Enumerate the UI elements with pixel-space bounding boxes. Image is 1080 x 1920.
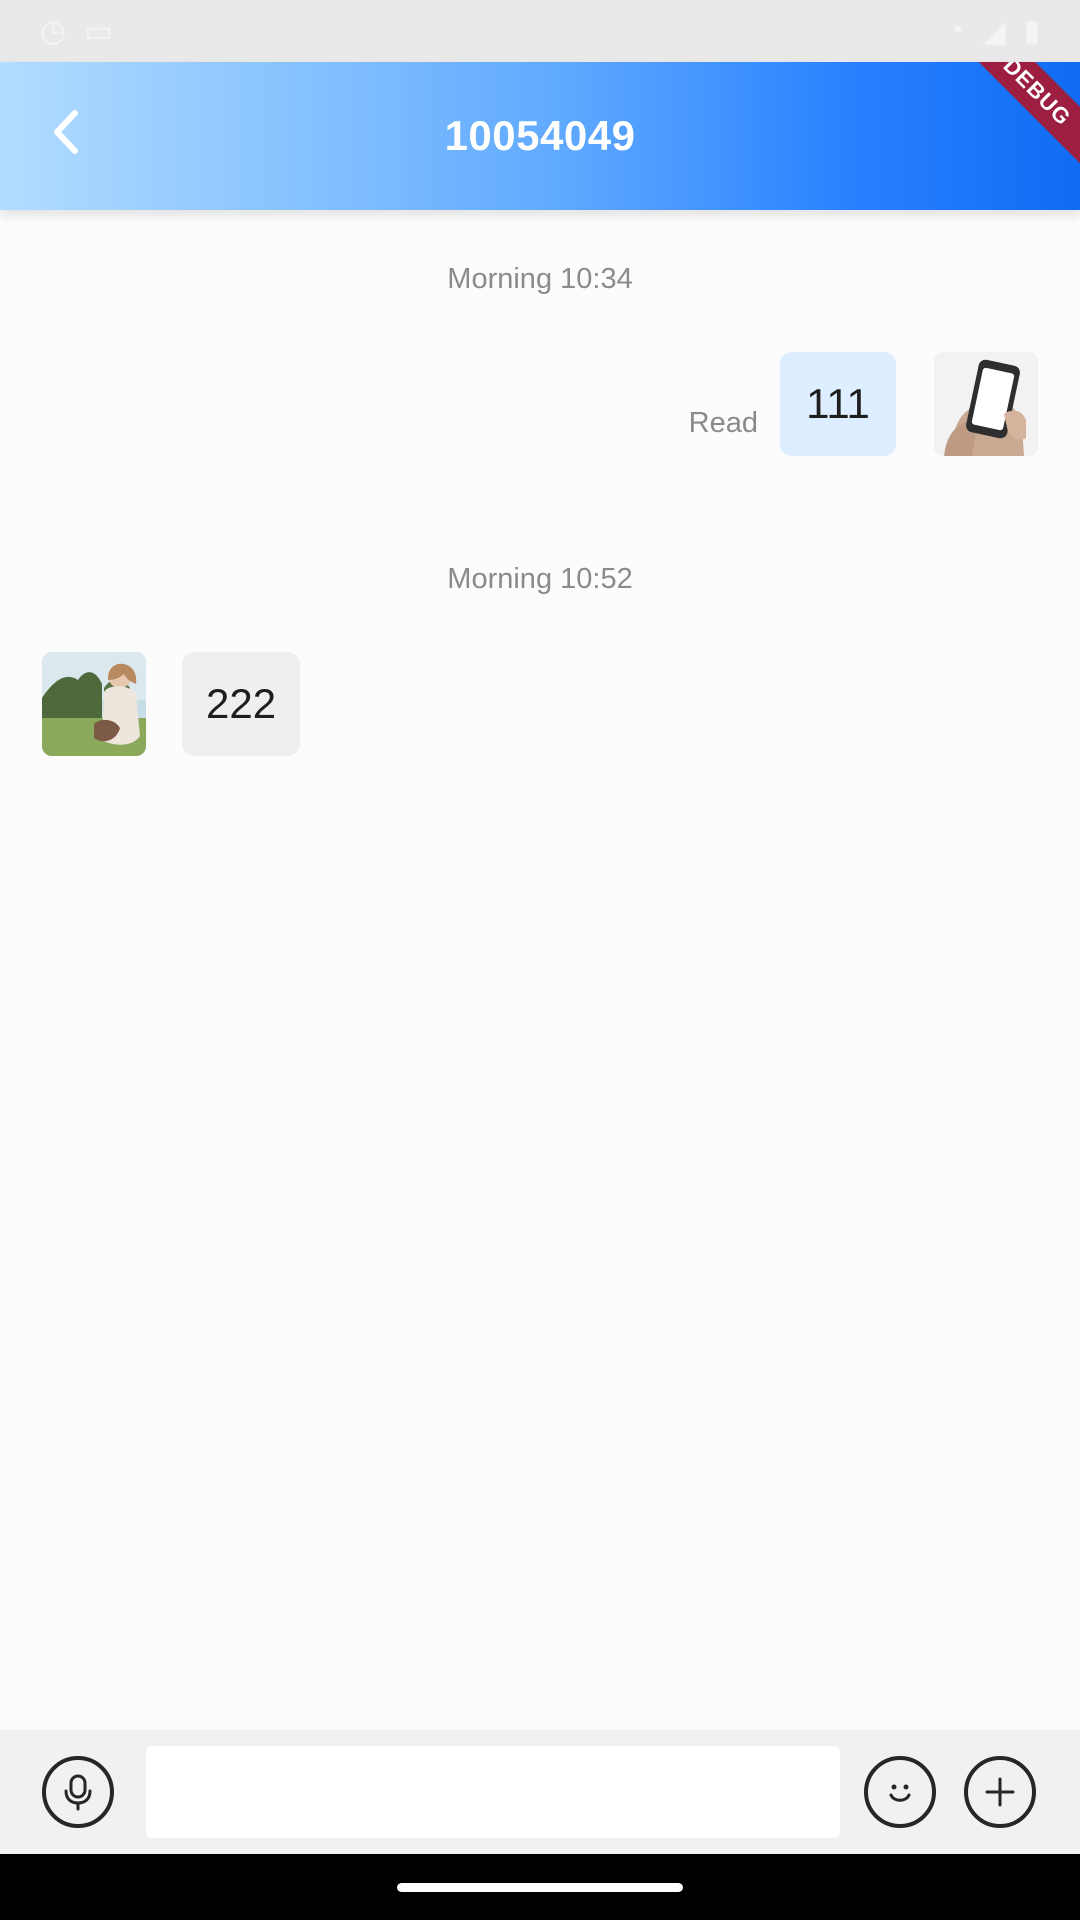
signal-icon: ◢ bbox=[982, 14, 1006, 48]
incoming-message-bubble[interactable]: 222 bbox=[182, 652, 301, 756]
message-row-outgoing: Read 111 bbox=[689, 352, 1038, 456]
message-timestamp: Morning 10:34 bbox=[447, 263, 633, 295]
avatar[interactable] bbox=[42, 652, 146, 756]
outdoor-person-avatar bbox=[42, 652, 146, 756]
status-bar-left: ◷ ▭ bbox=[40, 14, 113, 49]
read-status: Read bbox=[688, 407, 758, 439]
chat-screen: ◷ ▭ ◔ ◢ ▮ 10054049 DEBUG Morning 10:34 R… bbox=[0, 0, 1080, 1920]
smiley-icon bbox=[889, 1784, 911, 1802]
outgoing-message-bubble[interactable]: 111 bbox=[780, 352, 896, 456]
battery-icon: ▮ bbox=[1023, 14, 1040, 48]
message-timestamp: Morning 10:52 bbox=[447, 563, 633, 595]
status-text-icon: ◷ bbox=[40, 14, 67, 48]
message-list: Morning 10:34 Read 111 Morning 10:52 222 bbox=[0, 210, 1080, 1730]
message-input[interactable] bbox=[146, 1746, 840, 1838]
navigation-bar bbox=[0, 1854, 1080, 1920]
app-bar: 10054049 DEBUG bbox=[0, 62, 1080, 210]
wifi-icon: ◔ bbox=[946, 14, 965, 47]
message-composer bbox=[0, 1730, 1080, 1854]
add-attachment-button[interactable] bbox=[964, 1756, 1036, 1828]
voice-input-button[interactable] bbox=[42, 1756, 114, 1828]
microphone-icon bbox=[64, 1774, 92, 1811]
status-bar: ◷ ▭ ◔ ◢ ▮ bbox=[0, 0, 1080, 62]
page-title: 10054049 bbox=[444, 112, 636, 159]
avatar[interactable] bbox=[934, 352, 1038, 456]
message-row-incoming: 222 bbox=[42, 652, 301, 756]
phone-hand-avatar bbox=[934, 352, 1038, 456]
status-bar-right: ◔ ◢ ▮ bbox=[946, 14, 1040, 49]
status-sim-icon: ▭ bbox=[84, 14, 113, 48]
emoji-button[interactable] bbox=[864, 1756, 936, 1828]
home-indicator[interactable] bbox=[397, 1882, 683, 1892]
plus-icon bbox=[985, 1777, 1015, 1807]
